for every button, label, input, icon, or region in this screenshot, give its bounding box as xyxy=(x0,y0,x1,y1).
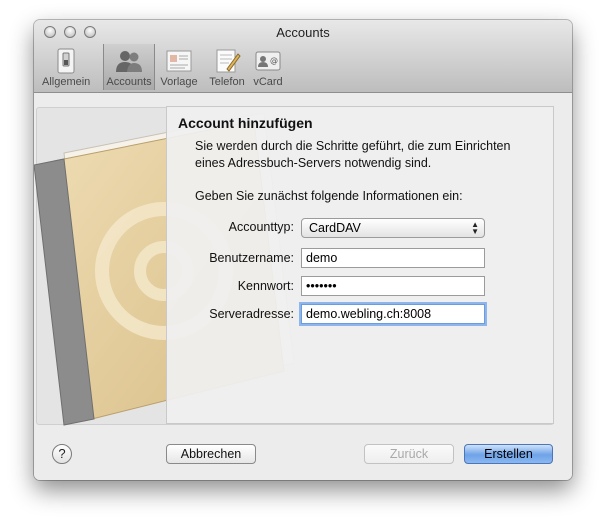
username-field[interactable]: demo xyxy=(301,248,485,268)
account-type-value: CardDAV xyxy=(309,221,361,235)
toolbar-label-vcard: vCard xyxy=(253,76,283,88)
telephone-icon xyxy=(216,49,241,73)
help-button[interactable]: ? xyxy=(52,444,72,464)
toolbar-label-accounts: Accounts xyxy=(106,76,152,88)
title-bar: Accounts Allgemein Accounts Vorlage Tele… xyxy=(34,20,572,93)
template-icon xyxy=(166,50,192,72)
cancel-button[interactable]: Abbrechen xyxy=(166,444,256,464)
intro-text-line-1: Sie werden durch die Schritte geführt, d… xyxy=(195,139,511,153)
account-type-select[interactable]: CardDAV ▲ ▼ xyxy=(301,218,485,238)
create-button[interactable]: Erstellen xyxy=(464,444,553,464)
toolbar-item-accounts[interactable]: Accounts xyxy=(103,44,155,90)
vcard-icon: @ xyxy=(255,51,281,71)
toolbar-item-general[interactable]: Allgemein xyxy=(42,44,90,90)
server-address-field[interactable]: demo.webling.ch:8008 xyxy=(301,304,485,324)
account-type-label: Accounttyp: xyxy=(228,220,294,234)
sheet-title: Account hinzufügen xyxy=(178,115,313,131)
preferences-window: Accounts Allgemein Accounts Vorlage Tele… xyxy=(34,20,572,480)
svg-text:@: @ xyxy=(270,56,278,65)
server-address-label: Serveradresse: xyxy=(209,307,294,321)
toolbar-item-vcard[interactable]: @ vCard xyxy=(244,44,292,90)
window-title: Accounts xyxy=(276,25,330,40)
prompt-text: Geben Sie zunächst folgende Informatione… xyxy=(195,189,463,203)
username-label: Benutzername: xyxy=(209,251,294,265)
chevron-updown-icon: ▲ ▼ xyxy=(471,220,479,236)
intro-text-line-2: eines Adressbuch-Servers notwendig sind. xyxy=(195,156,432,170)
password-label: Kennwort: xyxy=(237,279,294,293)
preferences-content: Account hinzufügen Sie werden durch die … xyxy=(34,93,572,480)
password-field[interactable]: ••••••• xyxy=(301,276,485,296)
toolbar-label-general: Allgemein xyxy=(42,76,91,88)
switch-icon xyxy=(57,48,75,74)
accounts-icon xyxy=(116,51,142,72)
toolbar-label-template: Vorlage xyxy=(160,76,198,88)
back-button[interactable]: Zurück xyxy=(364,444,454,464)
toolbar-item-template[interactable]: Vorlage xyxy=(155,44,203,90)
